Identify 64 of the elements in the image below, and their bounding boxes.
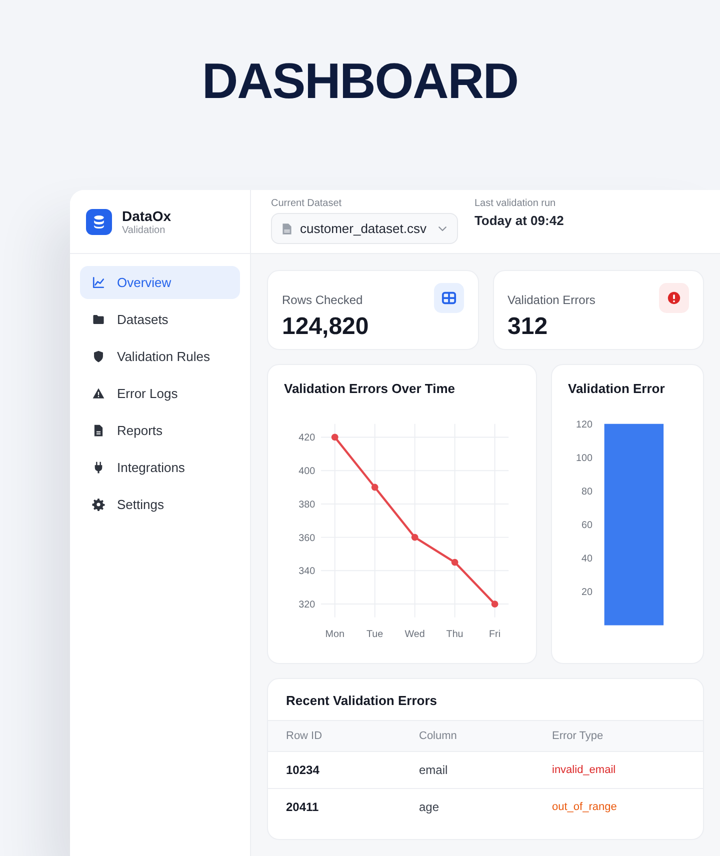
shield-icon (92, 350, 105, 363)
column-header: Row ID (286, 730, 324, 742)
file-icon (92, 424, 105, 437)
column-header: Column (419, 730, 458, 742)
table-cell-text: email (419, 763, 449, 777)
axis-label: Mon (325, 629, 344, 640)
chart-title: Validation Error (568, 381, 666, 396)
table-cell-text: age (419, 800, 440, 814)
brand-subtitle: Validation (122, 224, 166, 236)
axis-label: 360 (298, 532, 316, 544)
axis-label: Fri (489, 629, 501, 640)
axis-label: 340 (298, 566, 316, 578)
data-point (451, 558, 458, 566)
table-cell-text: 10234 (286, 763, 320, 777)
column-header: Error Type (552, 730, 604, 742)
axis-label: 40 (582, 554, 592, 565)
axis-label: Wed (404, 629, 425, 640)
chevron-down-icon (438, 226, 448, 232)
axis-label: Thu (446, 629, 464, 640)
table-cell-text: 20411 (286, 800, 320, 814)
table-icon (434, 283, 464, 313)
database-icon (86, 208, 112, 234)
axis-label: 400 (298, 466, 316, 478)
chart-title: Validation Errors Over Time (284, 381, 456, 396)
axis-label: 60 (582, 520, 592, 532)
nav-item[interactable]: Error Logs (80, 377, 240, 410)
page-title: DASHBOARD (202, 56, 518, 106)
data-point (491, 600, 498, 608)
error-type-label: invalid_email (552, 764, 617, 776)
field-label: Current Dataset (271, 198, 342, 209)
field-label: Last validation run (474, 198, 556, 209)
nav-item[interactable]: Integrations (80, 451, 240, 484)
axis-label: 20 (582, 587, 592, 598)
nav-item[interactable]: Validation Rules (80, 340, 240, 373)
last-run-time: Today at 09:42 (474, 213, 564, 228)
brand-name: DataOx (122, 208, 172, 224)
axis-label: 320 (298, 600, 316, 610)
plug-icon (92, 461, 105, 474)
warning-icon (92, 387, 105, 400)
stat-label: Rows Checked (282, 293, 364, 307)
axis-label: Tue (366, 629, 384, 640)
nav-item[interactable]: Settings (80, 488, 240, 521)
axis-label: 420 (298, 432, 316, 444)
stat-label: Validation Errors (508, 293, 596, 307)
dataset-dropdown[interactable]: customer_dataset.csv (271, 213, 458, 244)
alert-icon (659, 283, 689, 313)
axis-label: 100 (576, 452, 592, 464)
nav-item[interactable]: Datasets (80, 303, 240, 336)
axis-label: 80 (582, 486, 592, 498)
folder-icon (92, 313, 105, 326)
data-point (331, 434, 338, 441)
file-icon (282, 222, 292, 234)
nav-item[interactable]: Overview (80, 266, 240, 299)
nav-item[interactable]: Reports (80, 414, 240, 447)
chart-line-icon (92, 276, 105, 289)
data-point (411, 534, 418, 541)
gear-icon (92, 498, 105, 511)
axis-label: 120 (576, 419, 592, 430)
error-type-label: out_of_range (552, 801, 618, 813)
stat-value: 312 (508, 313, 549, 341)
stat-value: 124,820 (282, 313, 369, 341)
data-point (371, 484, 378, 491)
table-title: Recent Validation Errors (285, 692, 438, 710)
axis-label: 380 (298, 499, 316, 510)
